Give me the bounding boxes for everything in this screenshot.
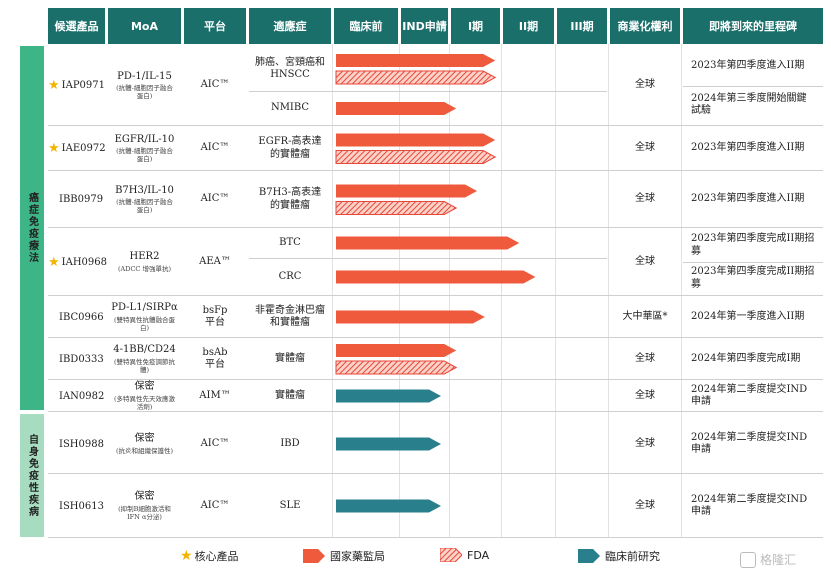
nmpa-arrow-icon [303,549,325,563]
legend-core: ★ 核心產品 [180,548,239,564]
nmpa-progress-bar [336,184,477,198]
nmpa-progress-bar [336,236,520,250]
preclinical-progress-bar [336,389,441,403]
fda-progress-bar [335,70,497,85]
nmpa-progress-bar [336,133,496,147]
nmpa-progress-bar [336,54,496,67]
fda-progress-bar [335,150,497,164]
legend-preclinical: 臨床前研究 [578,548,660,564]
preclinical-progress-bar [336,437,441,451]
legend-nmpa-label: 國家藥監局 [330,550,385,563]
star-icon: ★ [180,548,193,564]
legend-preclinical-label: 臨床前研究 [605,550,660,563]
legend-nmpa: 國家藥監局 [303,548,385,564]
preclinical-progress-bar [336,499,441,513]
fda-progress-bar [335,201,458,215]
nmpa-progress-bar [336,102,457,115]
legend-fda-label: FDA [467,548,490,562]
watermark: 格隆汇 [740,551,796,568]
legend-core-label: 核心產品 [194,550,239,563]
watermark-logo-icon [740,551,756,568]
pipeline-bars [335,54,536,513]
preclinical-arrow-icon [578,549,600,563]
legend-fda: FDA [440,548,489,562]
nmpa-progress-bar [336,310,485,324]
nmpa-progress-bar [336,344,457,357]
fda-progress-bar [335,360,458,375]
nmpa-progress-bar [336,270,536,284]
fda-hatched-arrow-icon [440,548,462,562]
